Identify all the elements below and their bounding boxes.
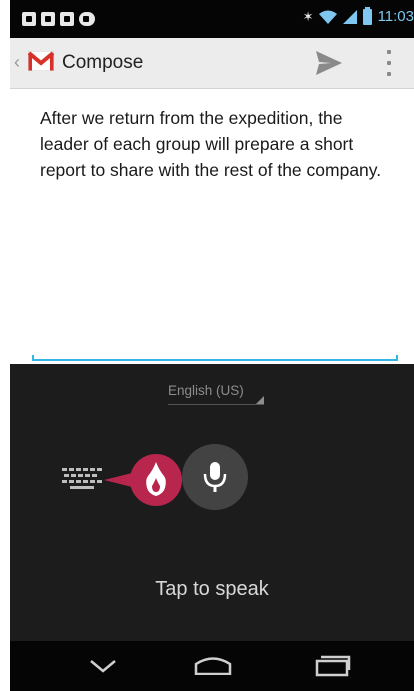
ime-switch-icon[interactable] [104,448,186,508]
text-field-underline [32,355,398,361]
voice-input-panel: English (US) Tap to speak [10,364,414,641]
send-icon[interactable] [316,51,342,75]
app-notification-icon [22,12,36,26]
tap-to-speak-hint: Tap to speak [155,578,269,600]
phone-screen: ✶ 11:03 ‹ Compose After we return from t… [10,0,414,691]
app-notification-icon [41,12,55,26]
app-notification-icon [60,12,74,26]
page-title: Compose [62,52,144,73]
wifi-icon [318,10,337,24]
microphone-button[interactable] [182,444,248,510]
language-label: English (US) [168,383,244,398]
bluetooth-icon: ✶ [302,8,314,24]
notification-area [22,12,95,26]
status-clock: 11:03 [377,8,414,25]
gmail-logo[interactable] [28,51,54,71]
navigation-bar [10,641,414,691]
microphone-icon [203,462,227,492]
dropdown-caret-icon [256,396,264,404]
signal-icon [342,9,357,24]
recents-icon[interactable] [315,653,351,677]
language-selector[interactable]: English (US) [168,382,264,405]
overflow-dot [387,50,391,54]
action-bar: ‹ Compose [10,38,414,89]
overflow-dot [387,72,391,76]
battery-icon [362,6,372,25]
voicemail-icon [79,12,95,26]
keyboard-icon[interactable] [62,468,102,490]
status-bar: ✶ 11:03 [10,0,414,38]
system-icons: ✶ 11:03 [302,6,414,25]
message-body-text[interactable]: After we return from the expedition, the… [40,105,395,183]
overflow-menu-icon[interactable] [386,50,392,76]
up-navigation-icon[interactable]: ‹ [14,52,20,73]
compose-body-field[interactable]: After we return from the expedition, the… [10,89,414,364]
home-icon[interactable] [194,655,232,675]
back-icon[interactable] [90,659,116,673]
overflow-dot [387,61,391,65]
